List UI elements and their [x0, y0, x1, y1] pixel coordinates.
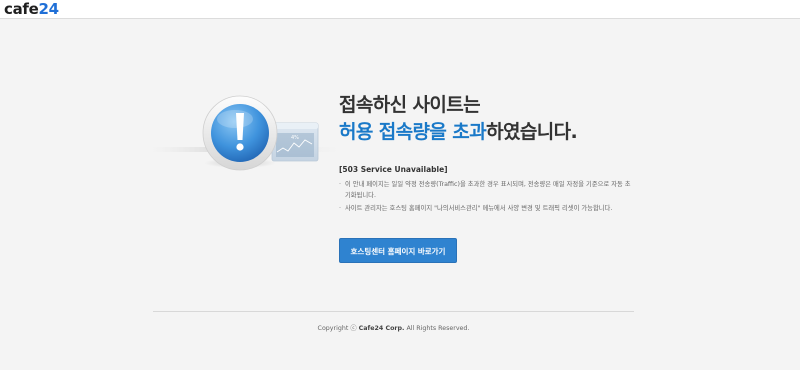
headline-highlight: 허용 접속량을 초과	[339, 121, 487, 143]
svg-text:4%: 4%	[291, 135, 299, 141]
copyright-footer: Copyright ⓒ Cafe24 Corp. All Rights Rese…	[317, 325, 470, 332]
footer-company: Cafe24 Corp.	[358, 325, 405, 332]
page-headline: 접속하신 사이트는 허용 접속량을 초과하였습니다.	[339, 92, 578, 146]
notice-list: 이 안내 페이지는 일일 약정 전송량(Traffic)을 초과한 경우 표시되…	[339, 179, 635, 216]
cafe24-logo[interactable]: cafe24	[4, 0, 59, 18]
exclamation-icon	[202, 95, 278, 171]
notice-item: 이 안내 페이지는 일일 약정 전송량(Traffic)을 초과한 경우 표시되…	[339, 179, 635, 201]
hosting-center-home-button[interactable]: 호스팅센터 홈페이지 바로가기	[339, 238, 457, 263]
traffic-exceeded-illustration: 4%	[150, 95, 340, 171]
headline-line-2: 허용 접속량을 초과하였습니다.	[339, 119, 578, 146]
error-code-title: [503 Service Unavailable]	[339, 165, 448, 174]
footer-divider	[153, 311, 634, 312]
headline-line-1: 접속하신 사이트는	[339, 94, 481, 116]
headline-rest: 하였습니다.	[486, 121, 578, 143]
notice-item: 사이트 관리자는 호스팅 홈페이지 "나의서비스관리" 메뉴에서 사양 변경 및…	[339, 203, 635, 214]
traffic-window-icon: 4%	[271, 122, 319, 162]
top-bar: cafe24	[0, 0, 800, 19]
